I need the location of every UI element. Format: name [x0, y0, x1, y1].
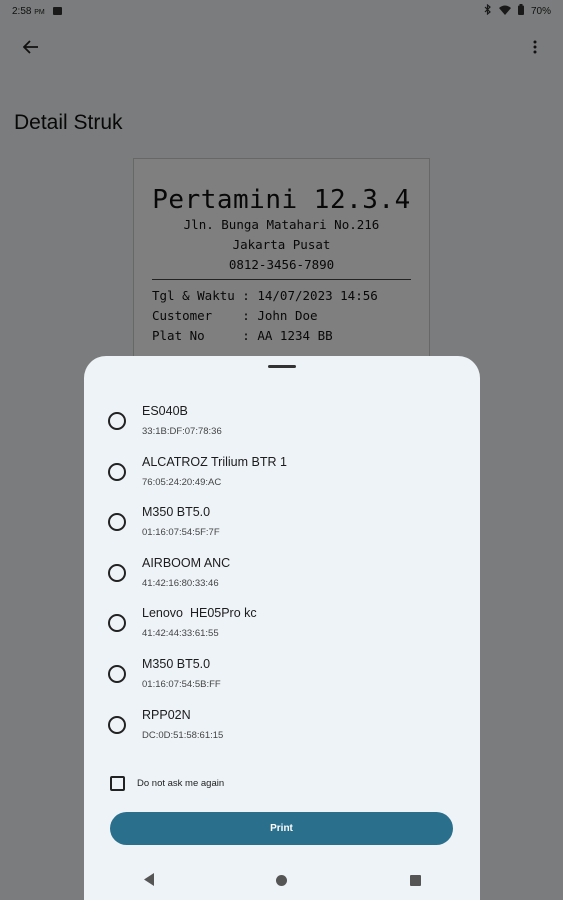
radio-button[interactable] — [108, 563, 126, 582]
nav-back-icon[interactable] — [144, 873, 155, 891]
radio-button[interactable] — [108, 513, 126, 532]
device-name: M350 BT5.0 — [142, 656, 211, 671]
device-mac: 41:42:44:33:61:55 — [142, 628, 219, 640]
drag-handle[interactable] — [268, 365, 296, 368]
radio-button[interactable] — [108, 715, 126, 734]
dont-ask-label: Do not ask me again — [137, 778, 225, 789]
device-name: RPP02N — [142, 707, 191, 722]
system-nav-bar — [84, 856, 480, 900]
device-item[interactable]: ALCATROZ Trilium BTR 1 76:05:24:20:49:AC — [84, 445, 480, 496]
device-mac: 01:16:07:54:5F:7F — [142, 527, 220, 539]
device-name: ES040B — [142, 404, 188, 418]
device-name: AIRBOOM ANC — [142, 555, 231, 570]
nav-home-icon[interactable] — [276, 875, 287, 886]
device-mac: 41:42:16:80:33:46 — [142, 577, 219, 589]
device-name: M350 BT5.0 — [142, 505, 211, 520]
device-list: ES040B 33:1B:DF:07:78:36 ALCATROZ Triliu… — [84, 394, 480, 748]
device-item[interactable]: RPP02N DC:0D:51:58:61:15 — [84, 698, 480, 749]
radio-button[interactable] — [108, 664, 126, 683]
printer-select-sheet: ES040B 33:1B:DF:07:78:36 ALCATROZ Triliu… — [84, 356, 480, 900]
device-mac: 01:16:07:54:5B:FF — [142, 678, 221, 690]
device-name: Lenovo HE05Pro kc — [142, 606, 257, 621]
device-mac: 33:1B:DF:07:78:36 — [142, 426, 222, 437]
dont-ask-checkbox[interactable] — [110, 776, 125, 791]
device-item[interactable]: M350 BT5.0 01:16:07:54:5B:FF — [84, 647, 480, 698]
device-mac: DC:0D:51:58:61:15 — [142, 729, 224, 741]
device-name: ALCATROZ Trilium BTR 1 — [142, 454, 287, 469]
device-item[interactable]: M350 BT5.0 01:16:07:54:5F:7F — [84, 495, 480, 546]
radio-button[interactable] — [108, 614, 126, 633]
nav-recents-icon[interactable] — [410, 875, 421, 886]
radio-button[interactable] — [108, 462, 126, 481]
dont-ask-again-option[interactable]: Do not ask me again — [110, 776, 224, 791]
print-button[interactable]: Print — [110, 812, 453, 845]
device-item[interactable]: Lenovo HE05Pro kc 41:42:44:33:61:55 — [84, 596, 480, 647]
device-item[interactable]: AIRBOOM ANC 41:42:16:80:33:46 — [84, 546, 480, 597]
device-mac: 76:05:24:20:49:AC — [142, 476, 222, 488]
device-item[interactable]: ES040B 33:1B:DF:07:78:36 — [84, 394, 480, 445]
radio-button[interactable] — [108, 412, 126, 430]
